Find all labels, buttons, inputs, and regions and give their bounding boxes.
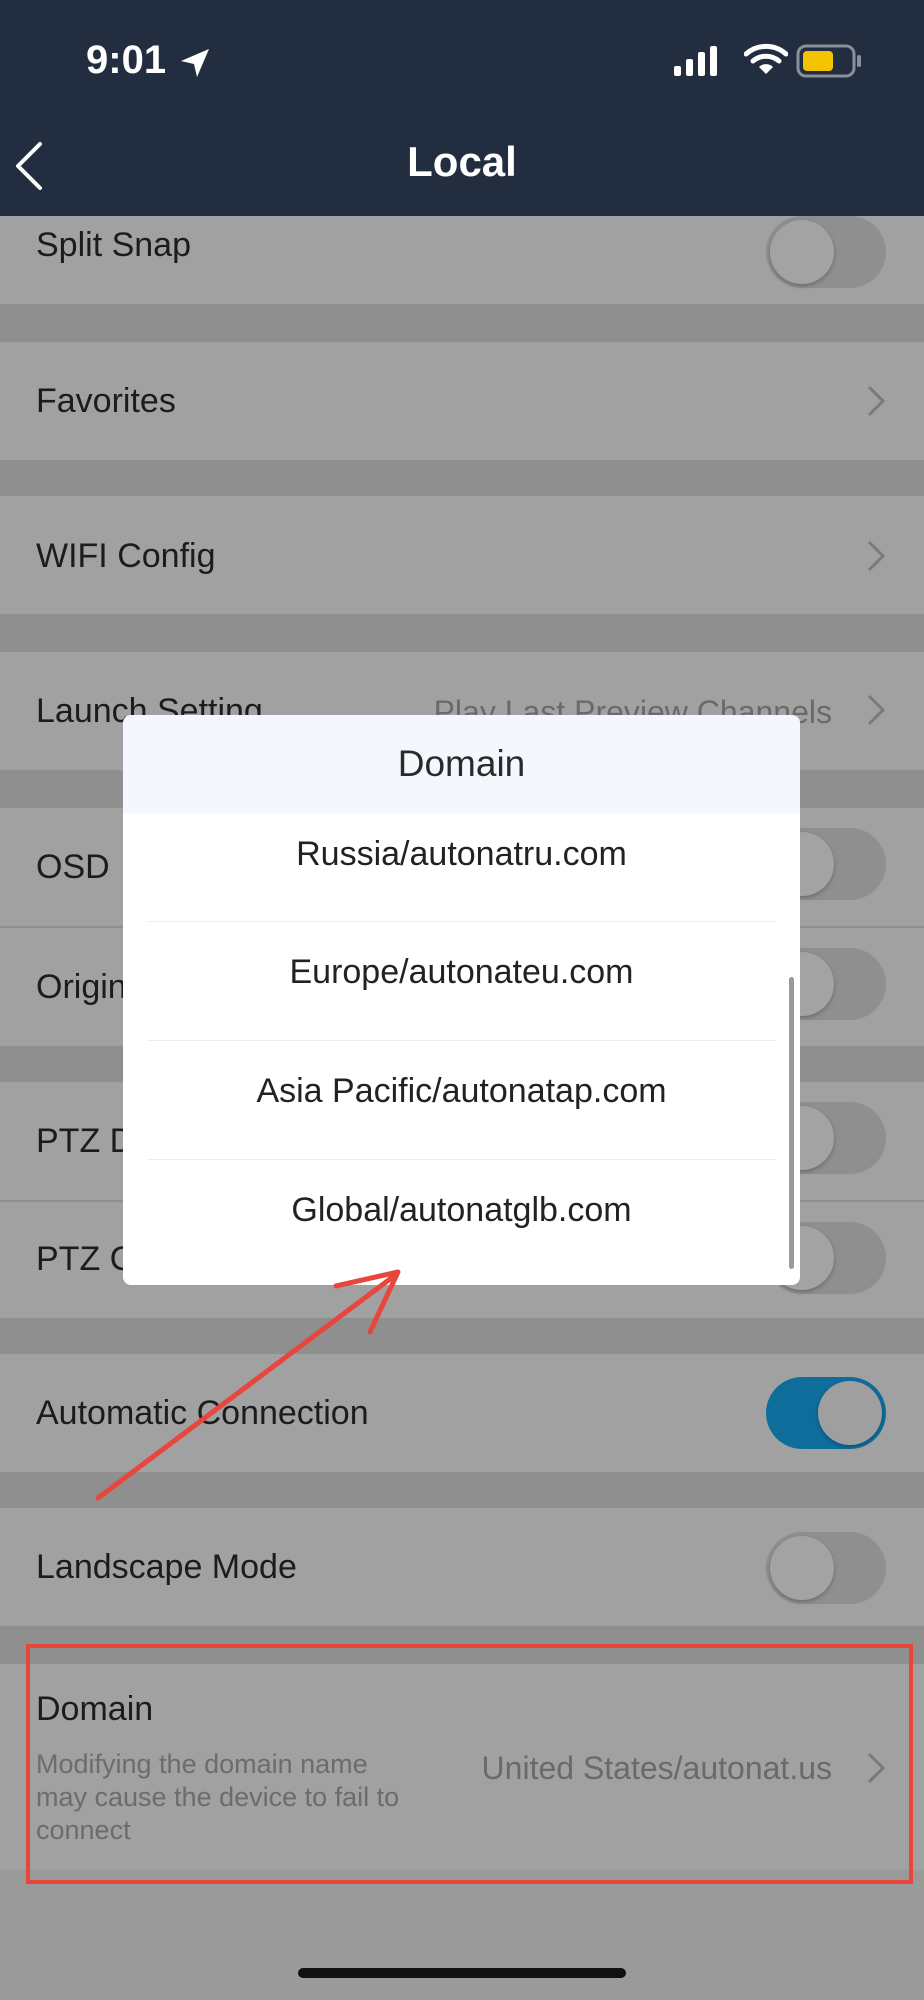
annotation-highlight-box bbox=[26, 1644, 913, 1884]
home-indicator[interactable] bbox=[298, 1968, 626, 1978]
